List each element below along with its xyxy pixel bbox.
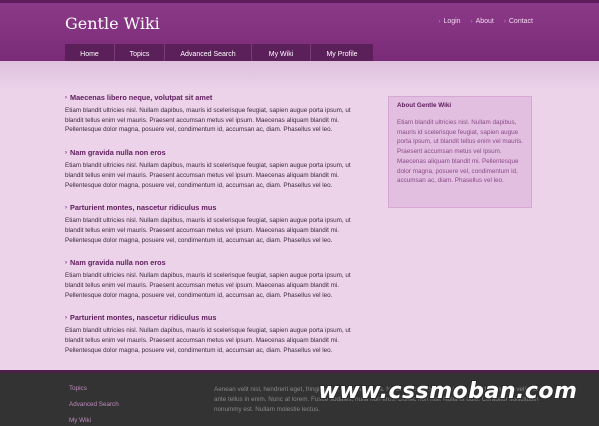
article-text: Etiam blandit ultricies nisl. Nullam dap… bbox=[65, 107, 351, 134]
article-text: Etiam blandit ultricies nisl. Nullam dap… bbox=[65, 272, 351, 299]
contact-link-label: Contact bbox=[508, 18, 533, 25]
login-link[interactable]: › Login bbox=[438, 18, 460, 25]
article-title-text: Nam gravida nulla non eros bbox=[70, 148, 166, 158]
footer-link-my-wiki[interactable]: My Wiki bbox=[69, 417, 119, 424]
article: › Maecenas libero neque, volutpat sit am… bbox=[65, 93, 370, 135]
main-content: › Maecenas libero neque, volutpat sit am… bbox=[65, 93, 370, 369]
article-title-text: Maecenas libero neque, volutpat sit amet bbox=[70, 93, 213, 102]
top-links: › Login › About › Contact bbox=[438, 18, 533, 25]
arrow-icon: › bbox=[65, 259, 67, 266]
article-text: Etiam blandit ultricies nisl. Nullam dap… bbox=[65, 162, 351, 189]
sidebar-text: Etiam blandit ultricies nisl. Nullam dap… bbox=[397, 119, 523, 185]
arrow-icon: › bbox=[65, 149, 67, 156]
article-title[interactable]: › Nam gravida nulla non eros bbox=[65, 148, 370, 157]
site-logo[interactable]: Gentle Wiki bbox=[65, 14, 160, 33]
article-title[interactable]: › Parturient montes, nascetur ridiculus … bbox=[65, 203, 370, 212]
bullet-icon: › bbox=[438, 18, 441, 25]
header-band bbox=[0, 61, 599, 91]
contact-link[interactable]: › Contact bbox=[504, 18, 533, 25]
bullet-icon: › bbox=[470, 18, 473, 25]
article-title-text: Nam gravida nulla non eros bbox=[70, 258, 166, 268]
article-title-text: Parturient montes, nascetur ridiculus mu… bbox=[70, 313, 217, 323]
footer-links: Topics Advanced Search My Wiki bbox=[69, 385, 119, 426]
about-link[interactable]: › About bbox=[471, 18, 494, 25]
article-title[interactable]: › Nam gravida nulla non eros bbox=[65, 258, 370, 267]
footer-link-advanced-search[interactable]: Advanced Search bbox=[69, 401, 119, 408]
article: › Nam gravida nulla non eros Etiam bland… bbox=[65, 258, 370, 300]
watermark: www.cssmoban.com bbox=[318, 378, 578, 404]
about-link-label: About bbox=[475, 18, 494, 25]
article: › Parturient montes, nascetur ridiculus … bbox=[65, 203, 370, 245]
footer-link-topics[interactable]: Topics bbox=[69, 385, 119, 392]
sidebar-title: About Gentle Wiki bbox=[397, 102, 452, 109]
article-title-text: Parturient montes, nascetur ridiculus mu… bbox=[70, 203, 217, 213]
article-text: Etiam blandit ultricies nisl. Nullam dap… bbox=[65, 217, 351, 244]
site-header: Gentle Wiki › Login › About › Contact Ho… bbox=[0, 0, 599, 64]
article: › Nam gravida nulla non eros Etiam bland… bbox=[65, 148, 370, 190]
login-link-label: Login bbox=[443, 18, 461, 25]
article-text: Etiam blandit ultricies nisl. Nullam dap… bbox=[65, 327, 351, 354]
arrow-icon: › bbox=[65, 314, 67, 321]
article-title[interactable]: › Maecenas libero neque, volutpat sit am… bbox=[65, 93, 370, 102]
article-title[interactable]: › Parturient montes, nascetur ridiculus … bbox=[65, 313, 370, 322]
arrow-icon: › bbox=[65, 94, 67, 101]
sidebar-about-box: About Gentle Wiki Etiam blandit ultricie… bbox=[388, 96, 532, 208]
arrow-icon: › bbox=[65, 204, 67, 211]
bullet-icon: › bbox=[503, 18, 506, 25]
article: › Parturient montes, nascetur ridiculus … bbox=[65, 313, 370, 355]
